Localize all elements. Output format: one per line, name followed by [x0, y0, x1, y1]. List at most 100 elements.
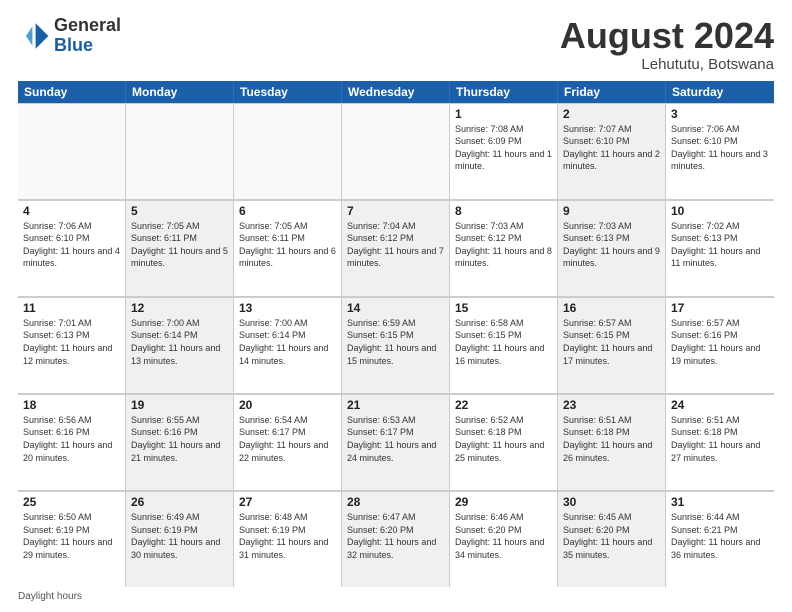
cell-info: Sunrise: 7:03 AM Sunset: 6:13 PM Dayligh…: [563, 220, 660, 270]
day-number: 17: [671, 301, 769, 315]
cal-cell-14: 14Sunrise: 6:59 AM Sunset: 6:15 PM Dayli…: [342, 297, 450, 393]
day-number: 27: [239, 495, 336, 509]
logo-blue: Blue: [54, 36, 121, 56]
cell-info: Sunrise: 6:54 AM Sunset: 6:17 PM Dayligh…: [239, 414, 336, 464]
cell-info: Sunrise: 7:00 AM Sunset: 6:14 PM Dayligh…: [131, 317, 228, 367]
day-number: 11: [23, 301, 120, 315]
day-number: 22: [455, 398, 552, 412]
cal-cell-11: 11 Sunrise: 7:01 AM Sunset: 6:13 PM Dayli…: [18, 297, 126, 393]
day-number: 20: [239, 398, 336, 412]
cell-info: Sunrise: 6:53 AM Sunset: 6:17 PM Dayligh…: [347, 414, 444, 464]
cell-info: Sunrise: 7:03 AM Sunset: 6:12 PM Dayligh…: [455, 220, 552, 270]
cal-header-monday: Monday: [126, 81, 234, 103]
cell-info: Sunrise: 6:58 AM Sunset: 6:15 PM Dayligh…: [455, 317, 552, 367]
day-number: 18: [23, 398, 120, 412]
day-number: 21: [347, 398, 444, 412]
cal-header-tuesday: Tuesday: [234, 81, 342, 103]
cal-week-3: 18 Sunrise: 6:56 AM Sunset: 6:16 PM Dayli…: [18, 394, 774, 491]
cell-info: Sunrise: 7:01 AM Sunset: 6:13 PM Dayligh…: [23, 317, 120, 367]
cell-info: Sunrise: 6:51 AM Sunset: 6:18 PM Dayligh…: [563, 414, 660, 464]
cal-week-0: 1Sunrise: 7:08 AM Sunset: 6:09 PM Daylig…: [18, 103, 774, 200]
cell-info: Sunrise: 6:50 AM Sunset: 6:19 PM Dayligh…: [23, 511, 120, 561]
logo-text: General Blue: [54, 16, 121, 56]
day-number: 9: [563, 204, 660, 218]
cell-info: Sunrise: 7:02 AM Sunset: 6:13 PM Dayligh…: [671, 220, 769, 270]
day-number: 8: [455, 204, 552, 218]
cal-cell-empty-0-2: [234, 103, 342, 199]
cal-header-wednesday: Wednesday: [342, 81, 450, 103]
cal-cell-2: 2 Sunrise: 7:07 AM Sunset: 6:10 PM Daylig…: [558, 103, 666, 199]
cal-cell-22: 22 Sunrise: 6:52 AM Sunset: 6:18 PM Dayli…: [450, 394, 558, 490]
cal-cell-10: 10 Sunrise: 7:02 AM Sunset: 6:13 PM Dayli…: [666, 200, 774, 296]
cal-cell-19: 19 Sunrise: 6:55 AM Sunset: 6:16 PM Dayli…: [126, 394, 234, 490]
cal-cell-17: 17 Sunrise: 6:57 AM Sunset: 6:16 PM Dayli…: [666, 297, 774, 393]
cell-info: Sunrise: 6:46 AM Sunset: 6:20 PM Dayligh…: [455, 511, 552, 561]
cell-info: Sunrise: 6:51 AM Sunset: 6:18 PM Dayligh…: [671, 414, 769, 464]
cell-info: Sunrise: 7:04 AM Sunset: 6:12 PM Dayligh…: [347, 220, 444, 270]
cal-cell-21: 21 Sunrise: 6:53 AM Sunset: 6:17 PM Dayli…: [342, 394, 450, 490]
cal-cell-12: 12 Sunrise: 7:00 AM Sunset: 6:14 PM Dayli…: [126, 297, 234, 393]
cell-info: Sunrise: 6:47 AM Sunset: 6:20 PM Dayligh…: [347, 511, 444, 561]
cell-info: Sunrise: 6:49 AM Sunset: 6:19 PM Dayligh…: [131, 511, 228, 561]
cal-cell-20: 20 Sunrise: 6:54 AM Sunset: 6:17 PM Dayli…: [234, 394, 342, 490]
cal-cell-26: 26 Sunrise: 6:49 AM Sunset: 6:19 PM Dayli…: [126, 491, 234, 587]
cal-cell-23: 23 Sunrise: 6:51 AM Sunset: 6:18 PM Dayli…: [558, 394, 666, 490]
cell-info: Sunrise: 6:52 AM Sunset: 6:18 PM Dayligh…: [455, 414, 552, 464]
day-number: 24: [671, 398, 769, 412]
cell-info: Sunrise: 6:44 AM Sunset: 6:21 PM Dayligh…: [671, 511, 769, 561]
cell-info: Sunrise: 7:06 AM Sunset: 6:10 PM Dayligh…: [671, 123, 769, 173]
day-number: 31: [671, 495, 769, 509]
cal-cell-8: 8 Sunrise: 7:03 AM Sunset: 6:12 PM Daylig…: [450, 200, 558, 296]
cell-info: Sunrise: 6:59 AM Sunset: 6:15 PM Dayligh…: [347, 317, 444, 367]
cell-info: Sunrise: 6:55 AM Sunset: 6:16 PM Dayligh…: [131, 414, 228, 464]
cal-cell-4: 4Sunrise: 7:06 AM Sunset: 6:10 PM Daylig…: [18, 200, 126, 296]
day-number: 23: [563, 398, 660, 412]
cal-cell-24: 24 Sunrise: 6:51 AM Sunset: 6:18 PM Dayli…: [666, 394, 774, 490]
cell-info: Sunrise: 7:00 AM Sunset: 6:14 PM Dayligh…: [239, 317, 336, 367]
cal-cell-empty-0-3: [342, 103, 450, 199]
cal-header-thursday: Thursday: [450, 81, 558, 103]
cal-cell-empty-0-1: [126, 103, 234, 199]
calendar: SundayMondayTuesdayWednesdayThursdayFrid…: [18, 81, 774, 587]
cal-cell-6: 6 Sunrise: 7:05 AM Sunset: 6:11 PM Daylig…: [234, 200, 342, 296]
cell-info: Sunrise: 6:57 AM Sunset: 6:15 PM Dayligh…: [563, 317, 660, 367]
day-number: 19: [131, 398, 228, 412]
day-number: 26: [131, 495, 228, 509]
cal-cell-25: 25 Sunrise: 6:50 AM Sunset: 6:19 PM Dayli…: [18, 491, 126, 587]
day-number: 30: [563, 495, 660, 509]
cal-cell-7: 7Sunrise: 7:04 AM Sunset: 6:12 PM Daylig…: [342, 200, 450, 296]
cal-cell-28: 28Sunrise: 6:47 AM Sunset: 6:20 PM Dayli…: [342, 491, 450, 587]
day-number: 13: [239, 301, 336, 315]
day-number: 1: [455, 107, 552, 121]
calendar-header-row: SundayMondayTuesdayWednesdayThursdayFrid…: [18, 81, 774, 103]
cal-cell-30: 30 Sunrise: 6:45 AM Sunset: 6:20 PM Dayli…: [558, 491, 666, 587]
cal-cell-1: 1Sunrise: 7:08 AM Sunset: 6:09 PM Daylig…: [450, 103, 558, 199]
day-number: 6: [239, 204, 336, 218]
page: General Blue August 2024 Lehututu, Botsw…: [0, 0, 792, 612]
month-title: August 2024: [560, 16, 774, 56]
cell-info: Sunrise: 6:45 AM Sunset: 6:20 PM Dayligh…: [563, 511, 660, 561]
day-number: 15: [455, 301, 552, 315]
cell-info: Sunrise: 7:05 AM Sunset: 6:11 PM Dayligh…: [239, 220, 336, 270]
cal-cell-5: 5Sunrise: 7:05 AM Sunset: 6:11 PM Daylig…: [126, 200, 234, 296]
logo-icon: [18, 20, 50, 52]
cell-info: Sunrise: 7:07 AM Sunset: 6:10 PM Dayligh…: [563, 123, 660, 173]
day-number: 3: [671, 107, 769, 121]
cal-cell-29: 29Sunrise: 6:46 AM Sunset: 6:20 PM Dayli…: [450, 491, 558, 587]
cal-cell-18: 18 Sunrise: 6:56 AM Sunset: 6:16 PM Dayli…: [18, 394, 126, 490]
cal-cell-empty-0-0: [18, 103, 126, 199]
day-number: 2: [563, 107, 660, 121]
day-number: 10: [671, 204, 769, 218]
title-block: August 2024 Lehututu, Botswana: [560, 16, 774, 73]
cal-cell-16: 16 Sunrise: 6:57 AM Sunset: 6:15 PM Dayli…: [558, 297, 666, 393]
cell-info: Sunrise: 6:57 AM Sunset: 6:16 PM Dayligh…: [671, 317, 769, 367]
cal-header-friday: Friday: [558, 81, 666, 103]
day-number: 16: [563, 301, 660, 315]
cal-week-2: 11 Sunrise: 7:01 AM Sunset: 6:13 PM Dayli…: [18, 297, 774, 394]
logo: General Blue: [18, 16, 121, 56]
day-number: 12: [131, 301, 228, 315]
day-number: 25: [23, 495, 120, 509]
cell-info: Sunrise: 6:56 AM Sunset: 6:16 PM Dayligh…: [23, 414, 120, 464]
cal-cell-27: 27Sunrise: 6:48 AM Sunset: 6:19 PM Dayli…: [234, 491, 342, 587]
location: Lehututu, Botswana: [560, 56, 774, 73]
